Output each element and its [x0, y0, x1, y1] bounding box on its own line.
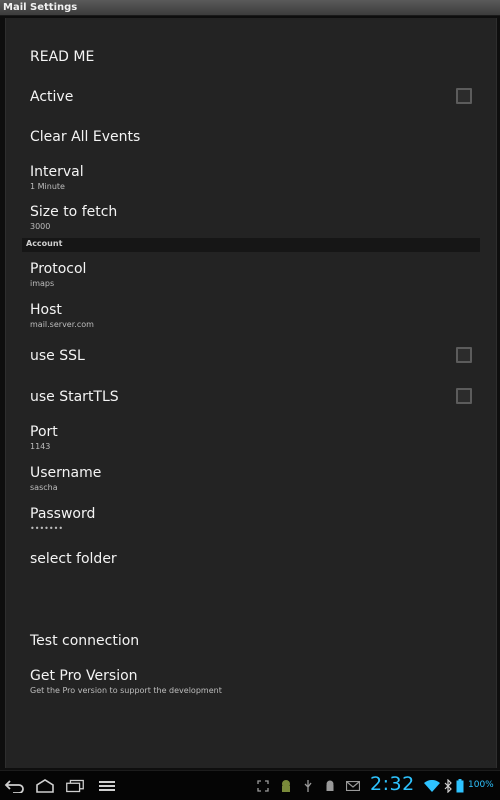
pref-password[interactable]: Password •••••••	[6, 500, 496, 538]
pref-title: Test connection	[30, 633, 140, 649]
pref-title: use SSL	[30, 348, 85, 364]
category-account: Account	[22, 238, 480, 252]
window-title-bar: Mail Settings	[0, 0, 500, 16]
pref-host[interactable]: Host mail.server.com	[6, 296, 496, 334]
pref-port[interactable]: Port 1143	[6, 418, 496, 456]
pref-title: Active	[30, 89, 74, 105]
pref-summary: sascha	[30, 483, 58, 492]
pref-title: Host	[30, 302, 62, 318]
pref-test-connection[interactable]: Test connection	[6, 622, 496, 660]
pref-title: READ ME	[30, 49, 95, 65]
pref-read-me[interactable]: READ ME	[6, 38, 496, 76]
pref-select-folder[interactable]: select folder	[6, 540, 496, 578]
pref-title: Size to fetch	[30, 204, 118, 220]
pref-interval[interactable]: Interval 1 Minute	[6, 158, 496, 196]
pref-summary: •••••••	[30, 524, 64, 533]
pref-title: Clear All Events	[30, 129, 141, 145]
back-icon[interactable]	[4, 777, 26, 795]
pref-get-pro-version[interactable]: Get Pro Version Get the Pro version to s…	[6, 662, 496, 700]
android-debug-icon	[323, 779, 337, 793]
screenshot-icon	[257, 779, 269, 793]
pref-summary: 3000	[30, 222, 51, 231]
bluetooth-icon	[444, 779, 452, 793]
use-ssl-checkbox[interactable]	[456, 347, 472, 363]
pref-username[interactable]: Username sascha	[6, 459, 496, 497]
clock: 2:32	[370, 773, 415, 795]
system-navigation-bar: 2:32 100%	[0, 770, 500, 800]
pref-title: Password	[30, 506, 96, 522]
battery-icon	[456, 779, 464, 793]
battery-percentage: 100%	[468, 780, 494, 790]
use-starttls-checkbox[interactable]	[456, 388, 472, 404]
active-checkbox[interactable]	[456, 88, 472, 104]
pref-protocol[interactable]: Protocol imaps	[6, 255, 496, 293]
pref-summary: 1143	[30, 442, 51, 451]
menu-icon[interactable]	[96, 777, 118, 795]
pref-title: Username	[30, 465, 102, 481]
pref-title: Protocol	[30, 261, 87, 277]
pref-clear-all-events[interactable]: Clear All Events	[6, 118, 496, 156]
pref-summary: Get the Pro version to support the devel…	[30, 686, 222, 695]
pref-use-ssl[interactable]: use SSL	[6, 337, 496, 375]
pref-summary: mail.server.com	[30, 320, 94, 329]
pref-title: select folder	[30, 551, 117, 567]
android-icon	[279, 779, 293, 793]
pref-title: Port	[30, 424, 58, 440]
mail-icon	[346, 779, 360, 793]
home-icon[interactable]	[34, 777, 56, 795]
pref-summary: imaps	[30, 279, 55, 288]
window-title: Mail Settings	[3, 2, 78, 13]
pref-title: Get Pro Version	[30, 668, 138, 684]
wifi-icon	[424, 779, 440, 793]
pref-active[interactable]: Active	[6, 78, 496, 116]
pref-use-starttls[interactable]: use StartTLS	[6, 378, 496, 416]
pref-summary: 1 Minute	[30, 182, 65, 191]
recent-apps-icon[interactable]	[64, 777, 86, 795]
pref-size-to-fetch[interactable]: Size to fetch 3000	[6, 198, 496, 236]
pref-title: use StartTLS	[30, 389, 119, 405]
category-title: Account	[26, 239, 63, 248]
usb-icon	[303, 779, 313, 793]
settings-panel: READ ME Active Clear All Events Interval…	[5, 18, 497, 768]
pref-title: Interval	[30, 164, 84, 180]
